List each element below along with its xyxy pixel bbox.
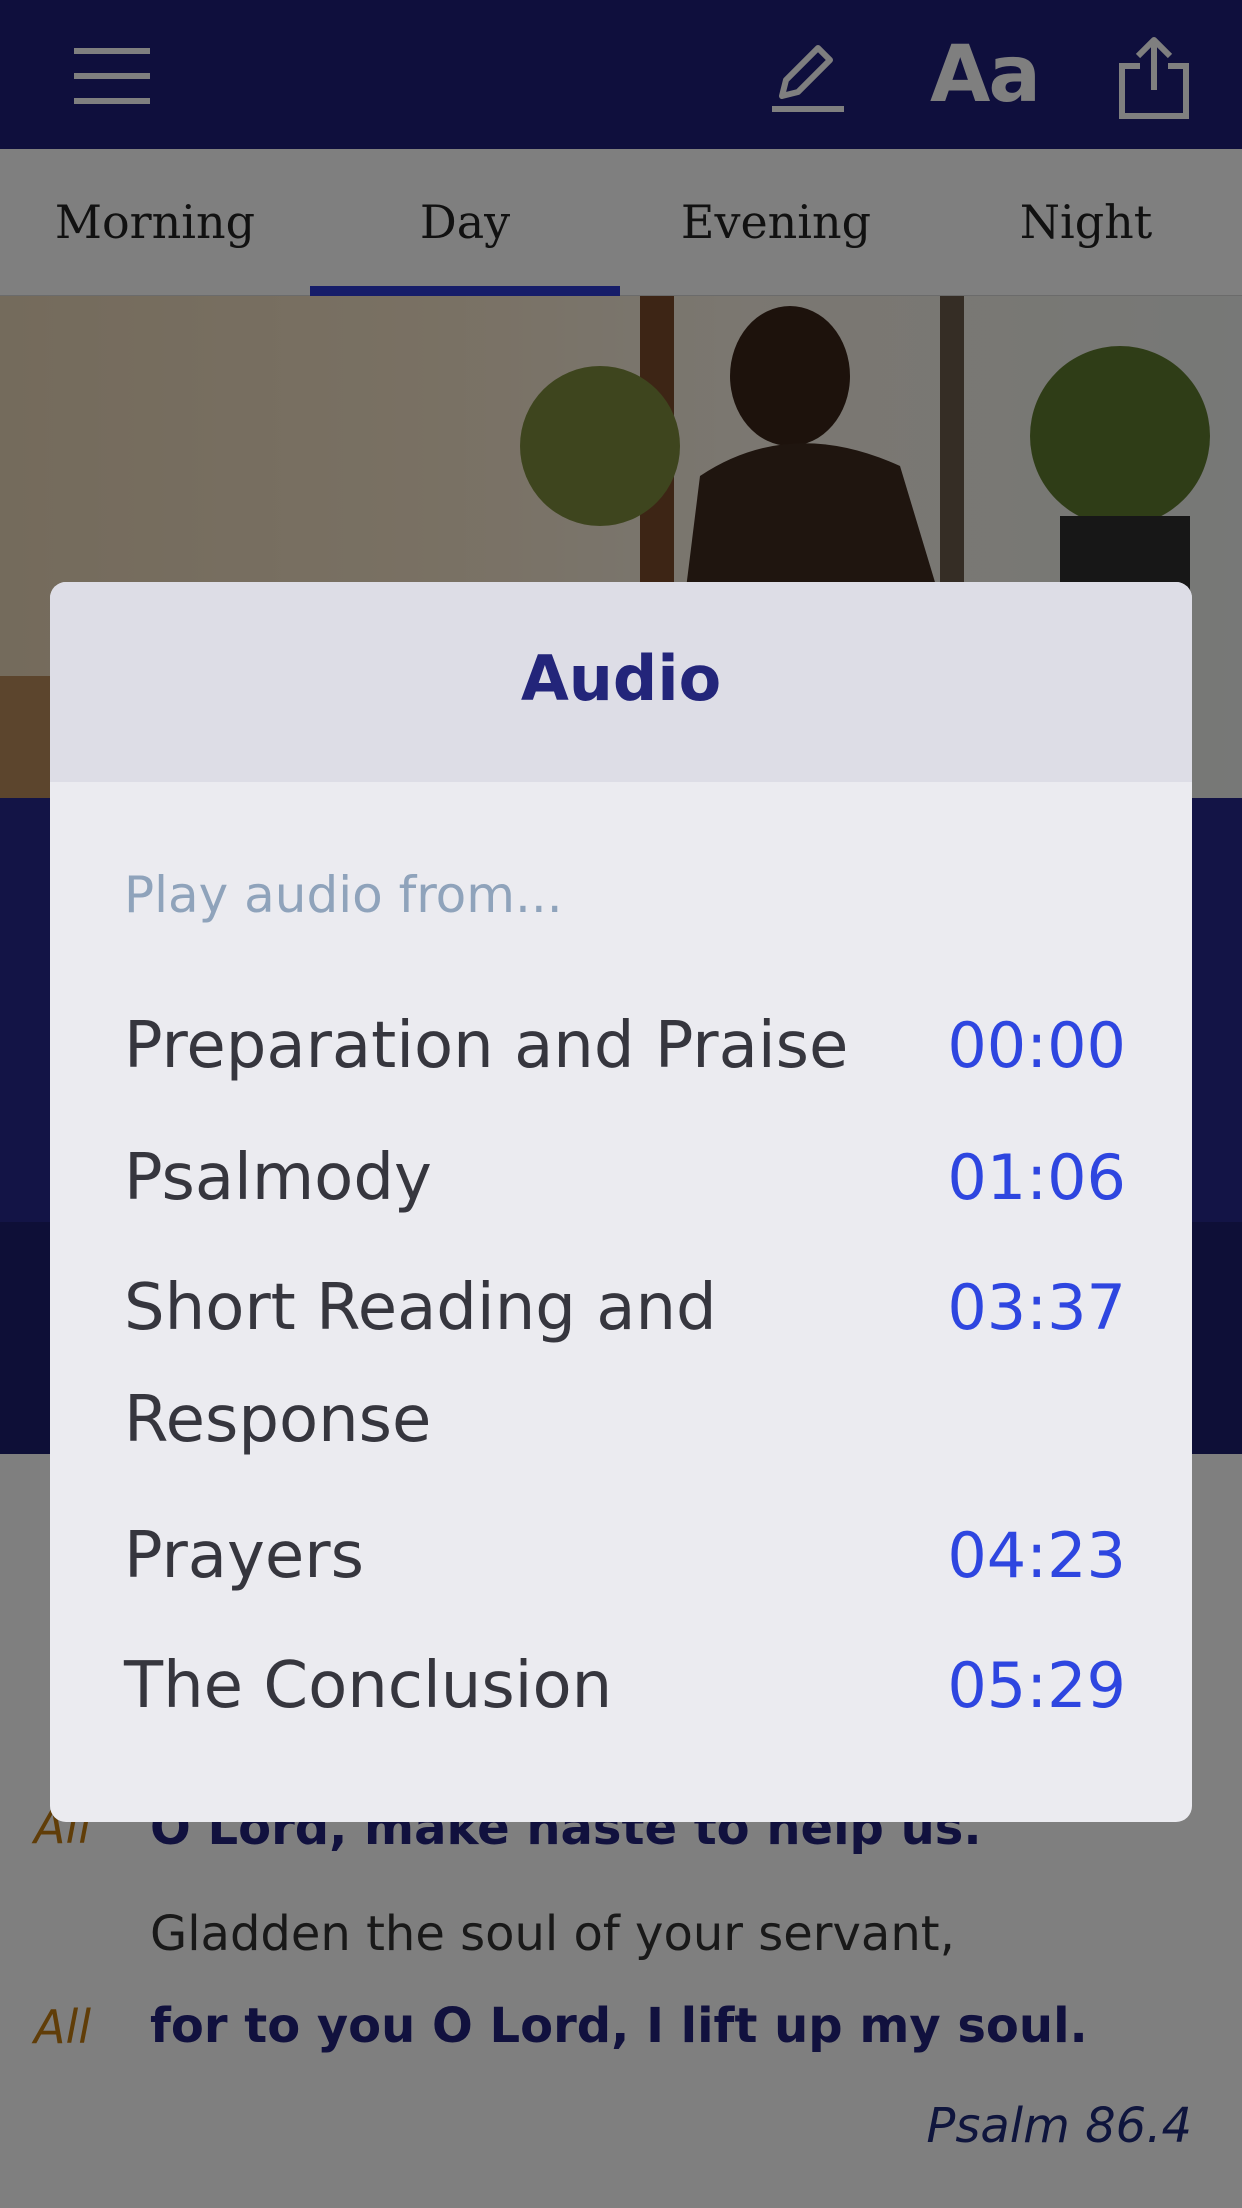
audio-section-label: Psalmody (124, 1141, 432, 1215)
audio-section-label: The Conclusion (124, 1649, 613, 1723)
audio-section-time: 03:37 (947, 1271, 1126, 1344)
audio-section-short-reading-and-response[interactable]: Short Reading and Response 03:37 (124, 1252, 1126, 1476)
audio-section-time: 05:29 (947, 1649, 1126, 1722)
audio-section-the-conclusion[interactable]: The Conclusion 05:29 (124, 1630, 1126, 1742)
audio-section-label: Prayers (124, 1519, 364, 1593)
audio-section-time: 01:06 (947, 1141, 1126, 1214)
audio-section-label: Short Reading and Response (124, 1271, 717, 1457)
audio-dialog: Audio Play audio from... Preparation and… (50, 582, 1192, 1822)
dialog-subtitle: Play audio from... (124, 866, 563, 924)
audio-section-preparation-and-praise[interactable]: Preparation and Praise 00:00 (124, 990, 1126, 1102)
dialog-title: Audio (520, 642, 722, 715)
audio-section-psalmody[interactable]: Psalmody 01:06 (124, 1122, 1126, 1234)
audio-section-prayers[interactable]: Prayers 04:23 (124, 1500, 1126, 1612)
dialog-header: Audio (50, 582, 1192, 782)
audio-section-time: 04:23 (947, 1519, 1126, 1592)
audio-section-label: Preparation and Praise (124, 1009, 849, 1083)
audio-section-time: 00:00 (947, 1009, 1126, 1082)
